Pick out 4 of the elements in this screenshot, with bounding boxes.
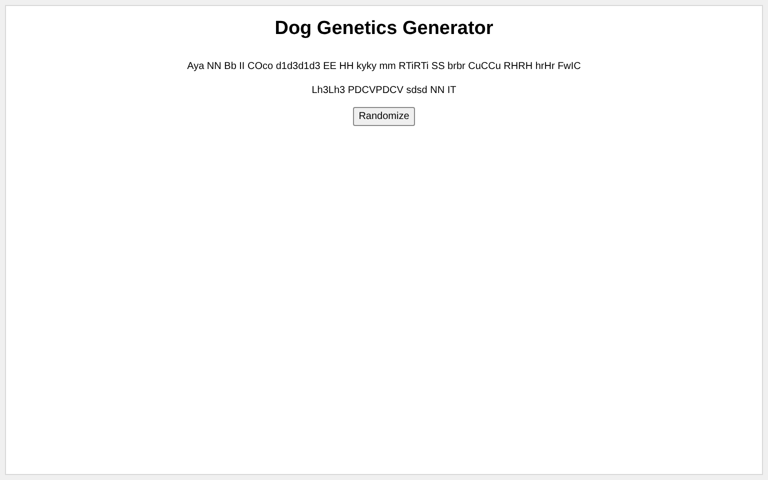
genotype-text: Aya NN Bb II COco d1d3d1d3 EE HH kyky mm RTiRTi SS brbr CuCCu RHRH hrHr FwIC — [187, 60, 581, 72]
page-title: Dog Genetics Generator — [274, 18, 494, 41]
genotype-text: Lh3Lh3 PDCVPDCV sdsd NN IT — [312, 84, 456, 96]
randomize-button[interactable]: Randomize — [352, 106, 416, 126]
